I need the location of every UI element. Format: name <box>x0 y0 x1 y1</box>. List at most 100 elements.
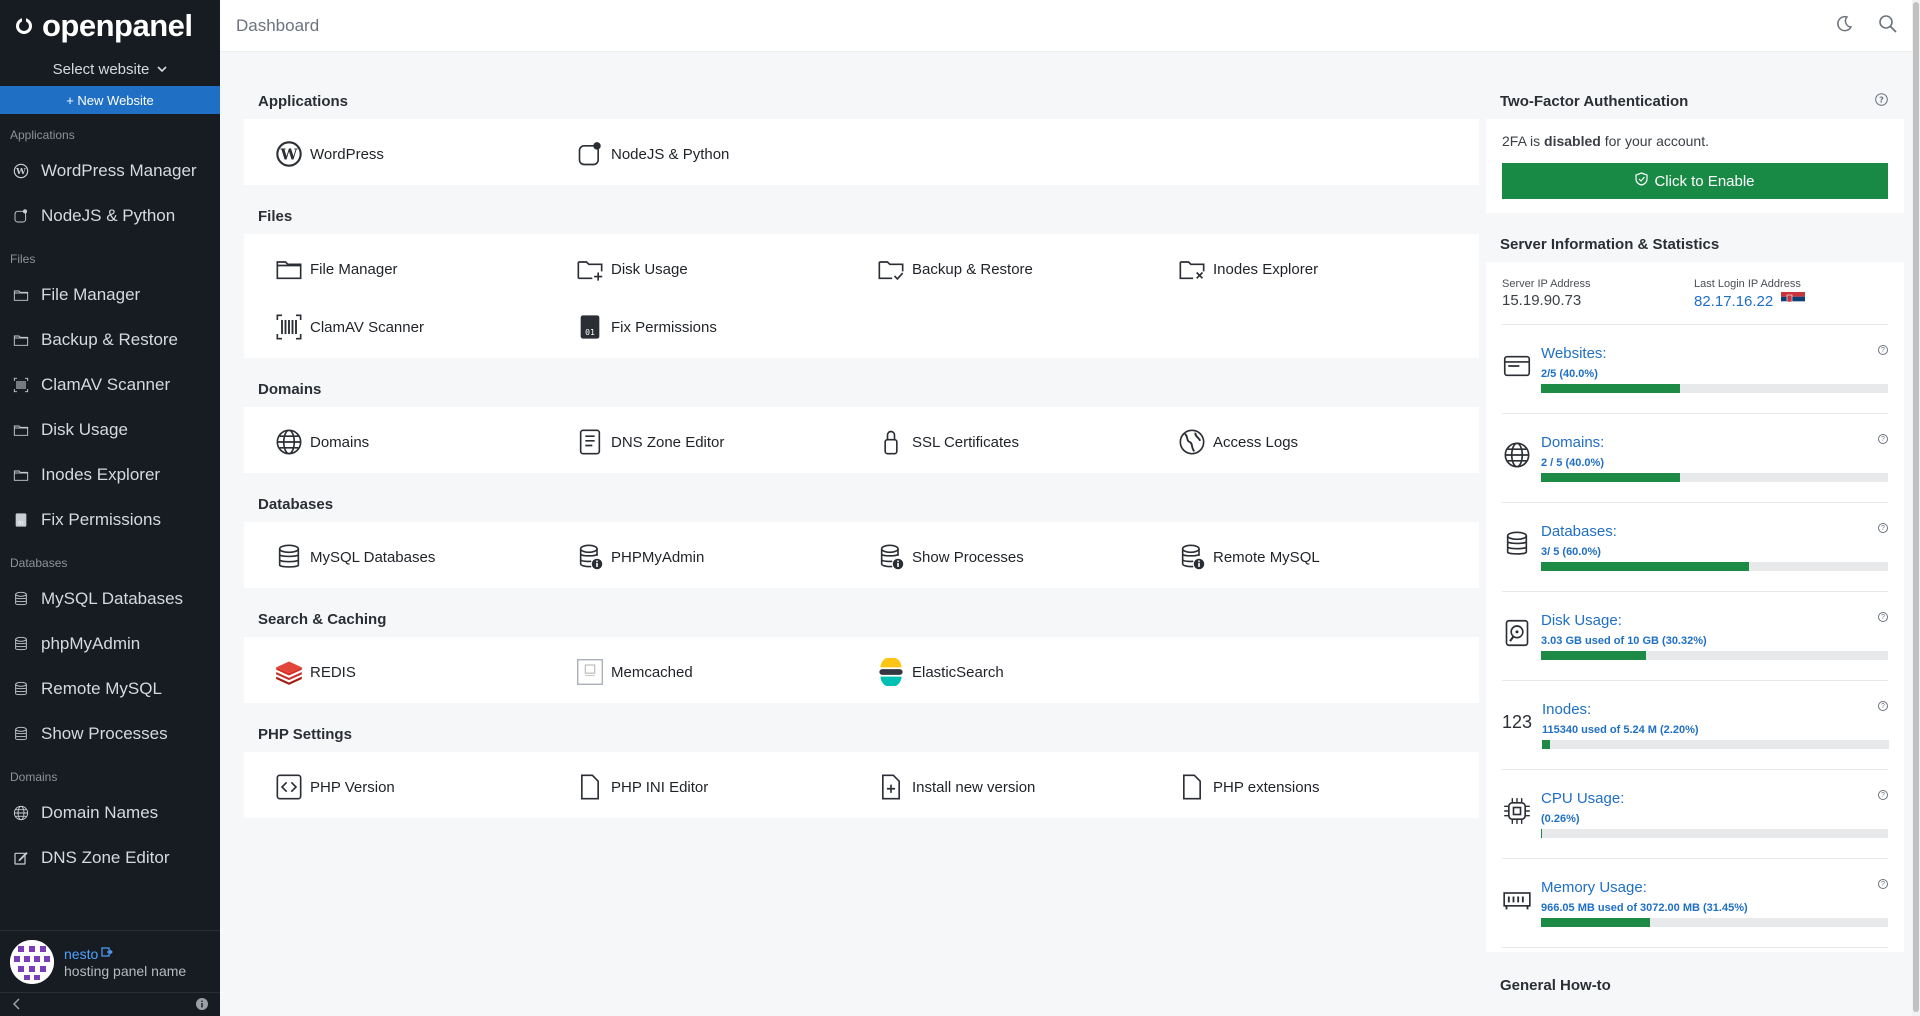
server-info-body: Server IP Address 15.19.90.73 Last Login… <box>1486 262 1904 952</box>
section-title: PHP Settings <box>244 713 1479 752</box>
app-link-fix-permissions[interactable]: 01 Fix Permissions <box>575 308 876 346</box>
help-icon[interactable]: ? <box>1878 612 1888 622</box>
file-lock-icon: 01 <box>12 511 29 528</box>
app-link-ssl-certificates[interactable]: SSL Certificates <box>876 423 1177 461</box>
progress-bar-fill <box>1541 829 1542 838</box>
stat-label-link[interactable]: Inodes: <box>1542 701 1889 718</box>
new-website-button[interactable]: + New Website <box>0 86 220 114</box>
sidebar-item-nodejs-python[interactable]: NodeJS & Python <box>0 193 220 238</box>
howto-card-header: General How-to <box>1486 964 1904 1003</box>
header-actions <box>1834 14 1898 39</box>
globe-pin-icon <box>1177 427 1207 457</box>
info-icon[interactable] <box>196 997 208 1013</box>
logo-text: openpanel <box>42 8 193 43</box>
app-link-install-new-version[interactable]: Install new version <box>876 768 1177 806</box>
app-link-clamav-scanner[interactable]: ClamAV Scanner <box>274 308 575 346</box>
sidebar-item-domain-names[interactable]: Domain Names <box>0 790 220 835</box>
enable-2fa-label: Click to Enable <box>1654 172 1755 190</box>
select-website-dropdown[interactable]: Select website <box>0 52 220 86</box>
stat-inodes: 123 Inodes: 115340 used of 5.24 M (2.20%)? <box>1502 681 1889 770</box>
last-login-ip-row: 82.17.16.22 <box>1694 292 1886 310</box>
sidebar-item-inodes-explorer[interactable]: Inodes Explorer <box>0 452 220 497</box>
app-link-elasticsearch[interactable]: ElasticSearch <box>876 653 1177 691</box>
collapse-sidebar-icon[interactable] <box>12 997 22 1013</box>
stat-label-link[interactable]: Memory Usage: <box>1541 879 1888 896</box>
help-icon[interactable]: ? <box>1878 790 1888 800</box>
app-link-file-manager[interactable]: File Manager <box>274 250 575 288</box>
logo-icon <box>16 16 32 34</box>
app-link-mysql-databases[interactable]: MySQL Databases <box>274 538 575 576</box>
app-link-label: Disk Usage <box>611 260 688 278</box>
help-icon[interactable]: ? <box>1878 879 1888 889</box>
app-link-label: Show Processes <box>912 548 1024 566</box>
stat-label-link[interactable]: Databases: <box>1541 523 1888 540</box>
app-link-php-version[interactable]: PHP Version <box>274 768 575 806</box>
app-link-wordpress[interactable]: W WordPress <box>274 135 575 173</box>
help-icon[interactable]: ? <box>1878 701 1888 711</box>
database-off-icon <box>876 542 906 572</box>
file-plus-icon <box>876 772 906 802</box>
database-icon <box>274 542 304 572</box>
app-link-label: REDIS <box>310 663 356 681</box>
sidebar-item-mysql-databases[interactable]: MySQL Databases <box>0 576 220 621</box>
app-link-backup-restore[interactable]: Backup & Restore <box>876 250 1177 288</box>
app-link-phpmyadmin[interactable]: PHPMyAdmin <box>575 538 876 576</box>
sidebar-section-domains: Domains <box>10 770 58 784</box>
stat-label-link[interactable]: CPU Usage: <box>1541 790 1888 807</box>
help-icon[interactable]: ? <box>1875 93 1888 110</box>
search-icon[interactable] <box>1878 14 1898 39</box>
app-link-remote-mysql[interactable]: Remote MySQL <box>1177 538 1478 576</box>
scrollbar-thumb[interactable] <box>1913 2 1919 1012</box>
app-link-access-logs[interactable]: Access Logs <box>1177 423 1478 461</box>
help-icon[interactable]: ? <box>1878 345 1888 355</box>
help-icon[interactable]: ? <box>1878 523 1888 533</box>
database-icon <box>12 635 29 652</box>
app-link-domains[interactable]: Domains <box>274 423 575 461</box>
app-link-php-ini-editor[interactable]: PHP INI Editor <box>575 768 876 806</box>
progress-bar-fill <box>1541 918 1651 927</box>
app-link-label: Memcached <box>611 663 693 681</box>
breadcrumb: Dashboard <box>236 15 320 35</box>
app-link-disk-usage[interactable]: Disk Usage <box>575 250 876 288</box>
app-link-label: ClamAV Scanner <box>310 318 424 336</box>
folder-plus-icon <box>575 254 605 284</box>
sidebar-footer <box>0 992 220 1016</box>
app-link-php-extensions[interactable]: PHP extensions <box>1177 768 1478 806</box>
shield-check-icon <box>1635 172 1649 190</box>
sidebar-item-backup-restore[interactable]: Backup & Restore <box>0 317 220 362</box>
svg-text:W: W <box>15 167 26 177</box>
sidebar-item-show-processes[interactable]: Show Processes <box>0 711 220 756</box>
sidebar-item-clamav-scanner[interactable]: ClamAV Scanner <box>0 362 220 407</box>
sidebar-item-fix-permissions[interactable]: 01 Fix Permissions <box>0 497 220 542</box>
sidebar-item-dns-zone-editor[interactable]: DNS Zone Editor <box>0 835 220 880</box>
user-profile[interactable]: nesto hosting panel name <box>0 930 220 992</box>
last-login-ip-link[interactable]: 82.17.16.22 <box>1694 293 1773 310</box>
enable-2fa-button[interactable]: Click to Enable <box>1502 163 1888 199</box>
progress-bar <box>1541 651 1888 660</box>
stat-label-link[interactable]: Websites: <box>1541 345 1888 362</box>
app-link-inodes-explorer[interactable]: Inodes Explorer <box>1177 250 1478 288</box>
app-link-show-processes[interactable]: Show Processes <box>876 538 1177 576</box>
user-name-link[interactable]: nesto <box>64 946 98 962</box>
help-icon[interactable]: ? <box>1878 434 1888 444</box>
sidebar-item-file-manager[interactable]: File Manager <box>0 272 220 317</box>
stat-label-link[interactable]: Domains: <box>1541 434 1888 451</box>
app-link-label: Domains <box>310 433 370 451</box>
sidebar-item-remote-mysql[interactable]: Remote MySQL <box>0 666 220 711</box>
sidebar-item-phpmyadmin[interactable]: phpMyAdmin <box>0 621 220 666</box>
stat-label-link[interactable]: Disk Usage: <box>1541 612 1888 629</box>
sidebar-item-disk-usage[interactable]: Disk Usage <box>0 407 220 452</box>
page-scrollbar[interactable] <box>1912 0 1920 1016</box>
app-link-redis[interactable]: REDIS <box>274 653 575 691</box>
nodejs-icon <box>12 207 29 224</box>
logo[interactable]: openpanel <box>0 0 220 52</box>
sidebar-item-wordpress-manager[interactable]: W WordPress Manager <box>0 148 220 193</box>
dark-mode-toggle-icon[interactable] <box>1834 14 1854 39</box>
logout-icon[interactable] <box>101 945 114 963</box>
app-link-nodejs-python[interactable]: NodeJS & Python <box>575 135 876 173</box>
app-link-memcached[interactable]: Memcached <box>575 653 876 691</box>
stat-value: 966.05 MB used of 3072.00 MB (31.45%) <box>1541 902 1748 914</box>
section-title: Domains <box>244 368 1479 407</box>
app-link-dns-zone-editor[interactable]: DNS Zone Editor <box>575 423 876 461</box>
section-body: PHP Version PHP INI Editor Install new ver… <box>244 752 1479 818</box>
